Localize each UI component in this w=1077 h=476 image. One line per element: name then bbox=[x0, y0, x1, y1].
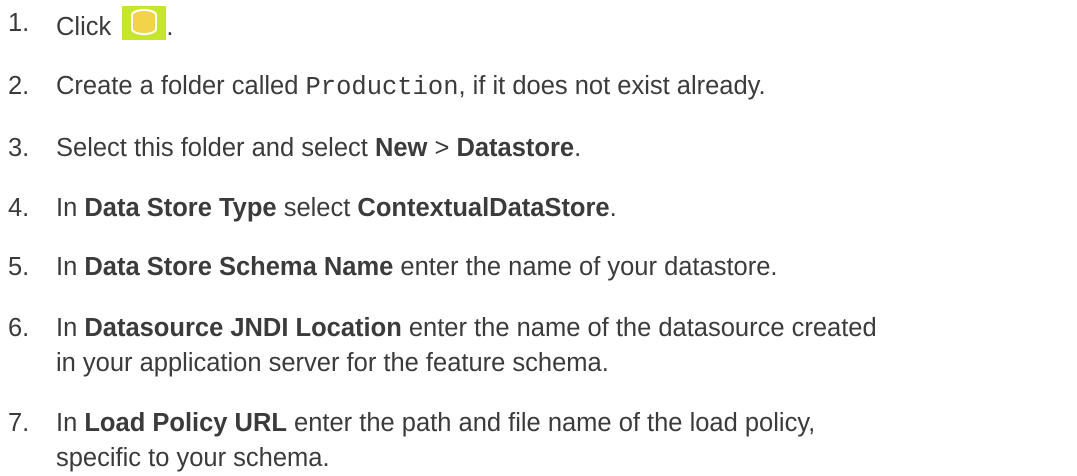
step-text-part: Create a folder called bbox=[56, 72, 306, 100]
step-text-part: , if it does not exist already. bbox=[458, 72, 766, 100]
field-label: Data Store Type bbox=[84, 194, 277, 222]
step-text-part: enter the name of the datasource created bbox=[401, 314, 877, 342]
field-label: Load Policy URL bbox=[84, 409, 287, 437]
step-text-part: . bbox=[574, 134, 582, 162]
step-text-part: enter the name of your datastore. bbox=[393, 253, 778, 281]
step-number: 5. bbox=[8, 253, 30, 281]
step-text-continuation: in your application server for the featu… bbox=[56, 349, 609, 377]
step-number: 4. bbox=[8, 194, 30, 222]
instruction-list: 1. Click . 2. Create a folder called Pro… bbox=[0, 0, 1077, 474]
step-text: Click . bbox=[56, 6, 173, 45]
field-label: Data Store Schema Name bbox=[84, 253, 394, 281]
step-text-part: . bbox=[609, 194, 617, 222]
step-number: 6. bbox=[8, 314, 30, 342]
step-number: 1. bbox=[8, 9, 30, 37]
step-text-part: In bbox=[56, 409, 85, 437]
step-text-part: In bbox=[56, 194, 85, 222]
step-text-part: > bbox=[427, 134, 457, 162]
step-number: 2. bbox=[8, 72, 30, 100]
step-text: In Datasource JNDI Location enter the na… bbox=[56, 311, 877, 381]
step-text: Select this folder and select New > Data… bbox=[56, 131, 581, 166]
menu-datastore-label: Datastore bbox=[456, 134, 575, 162]
field-label: Datasource JNDI Location bbox=[84, 314, 402, 342]
step-text-part: In bbox=[56, 314, 85, 342]
step-text-part: Select this folder and select bbox=[56, 134, 375, 162]
menu-new-label: New bbox=[374, 134, 428, 162]
step-text: In Load Policy URL enter the path and fi… bbox=[56, 406, 815, 476]
step-text-continuation: specific to your schema. bbox=[56, 444, 330, 472]
step-text-part: select bbox=[276, 194, 358, 222]
step-text: Create a folder called Production, if it… bbox=[56, 69, 766, 105]
step-text-part: Click bbox=[56, 13, 119, 41]
step-text: In Data Store Schema Name enter the name… bbox=[56, 250, 777, 285]
option-value: ContextualDataStore bbox=[357, 194, 610, 222]
step-text: In Data Store Type select ContextualData… bbox=[56, 191, 617, 226]
datastore-icon[interactable] bbox=[122, 6, 167, 40]
step-text-part: . bbox=[166, 13, 174, 41]
folder-name-code: Production bbox=[305, 73, 459, 102]
step-number: 7. bbox=[8, 409, 30, 437]
step-number: 3. bbox=[8, 134, 30, 162]
step-text-part: In bbox=[56, 253, 85, 281]
step-text-part: enter the path and file name of the load… bbox=[286, 409, 816, 437]
